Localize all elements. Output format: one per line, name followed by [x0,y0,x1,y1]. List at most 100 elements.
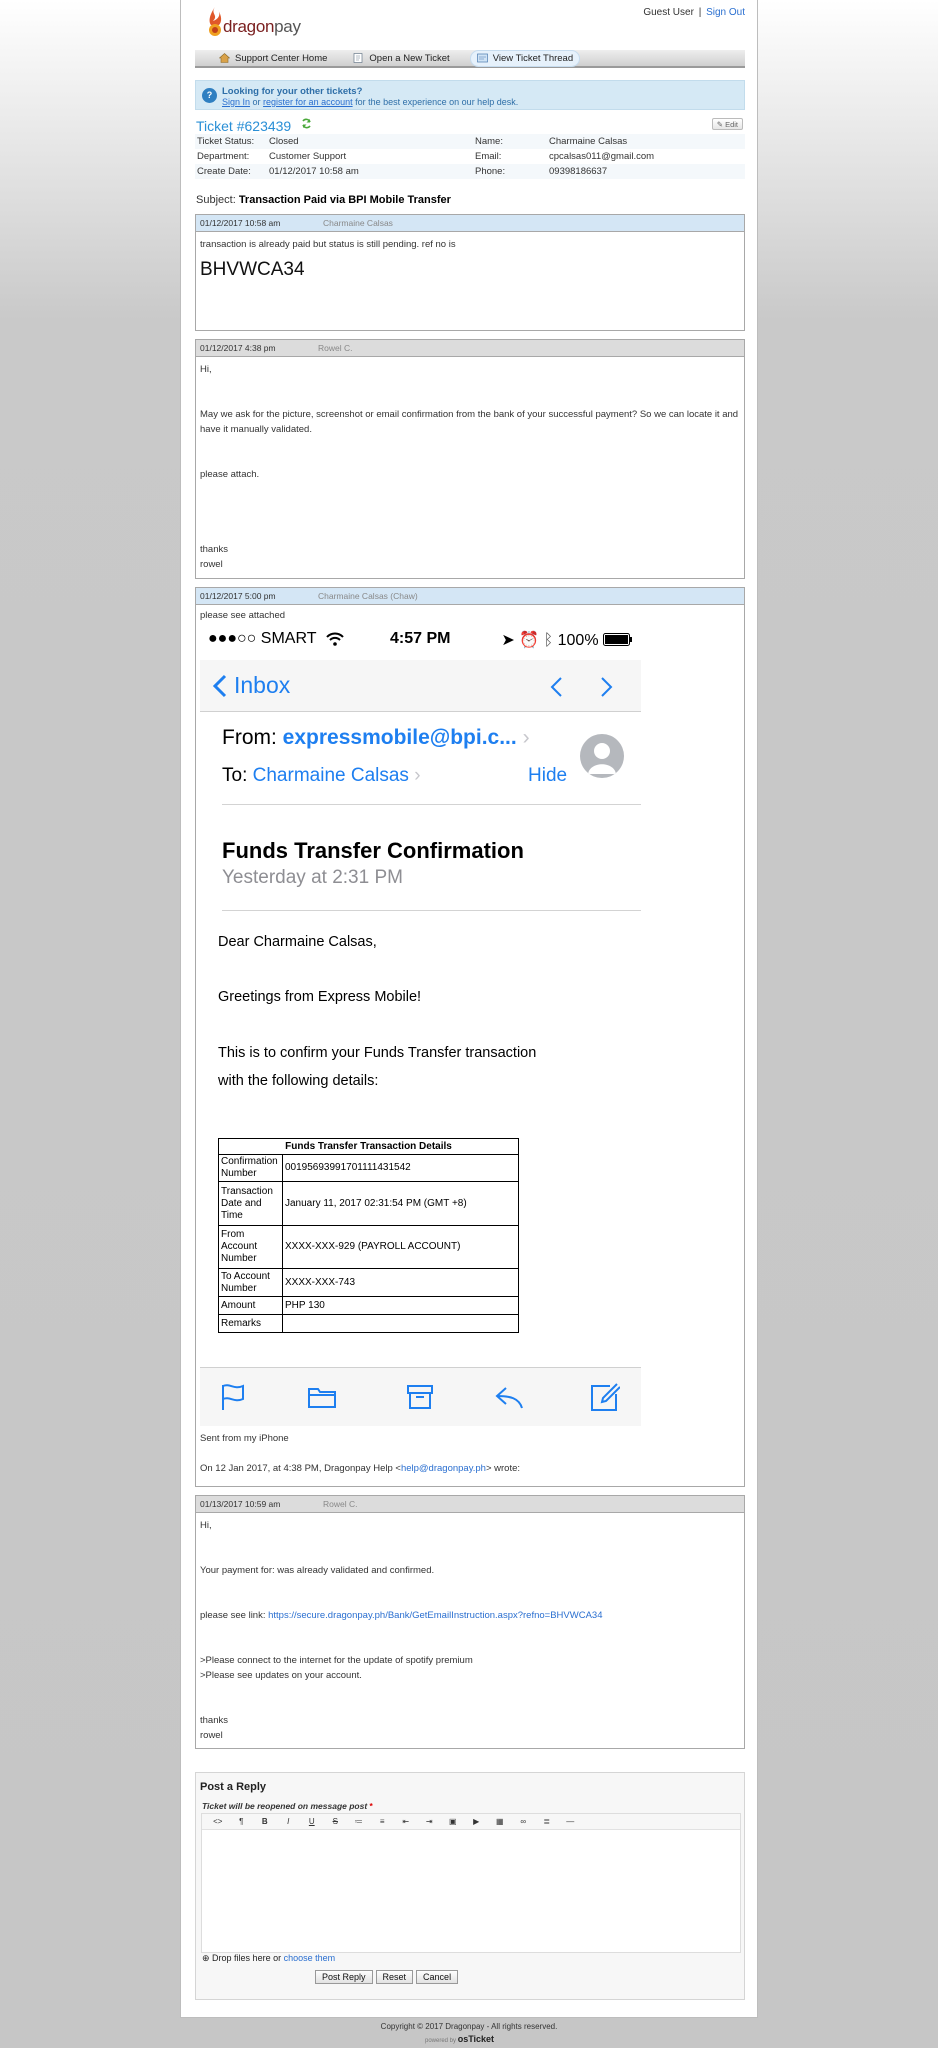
department-value: Customer Support [269,151,347,162]
thread-author: Rowel C. [323,1499,358,1509]
image-button[interactable]: ▣ [441,1817,465,1826]
bold-button[interactable]: B [253,1817,277,1826]
instruction-link[interactable]: https://secure.dragonpay.ph/Bank/GetEmai… [268,1610,602,1621]
cancel-button[interactable]: Cancel [416,1970,459,1984]
row-value: XXXX-XXX-743 [282,1268,519,1297]
link-button[interactable]: ∞ [512,1817,536,1826]
sign-in-link[interactable]: Sign In [222,97,250,107]
notice-or: or [250,97,264,107]
status-right: ➤ ⏰ ᛒ 100% [501,630,633,650]
form-buttons: Post Reply Reset Cancel [315,1970,459,1984]
video-button[interactable]: ▶ [465,1817,489,1826]
reply-icon[interactable] [494,1382,524,1412]
row-key: From Account Number [218,1225,283,1269]
message-text: Hi, [200,1520,212,1531]
mail-nav-bar: Inbox [200,660,641,712]
to-address[interactable]: Charmaine Calsas [253,765,409,786]
row-key: Confirmation Number [218,1154,283,1182]
info-row: Create Date: 01/12/2017 10:58 am Phone: … [195,164,745,179]
row-key: Amount [218,1296,283,1315]
copyright-footer: Copyright © 2017 Dragonpay - All rights … [380,2022,558,2031]
compose-icon[interactable] [590,1382,620,1412]
from-address[interactable]: expressmobile@bpi.c... [283,726,517,749]
message-text: please see attached [200,610,286,621]
outdent-button[interactable]: ⇤ [394,1817,418,1826]
reset-button[interactable]: Reset [375,1970,414,1984]
message-text: >Please connect to the internet for the … [200,1655,473,1666]
from-label: From: [222,726,277,749]
edit-ticket-button[interactable]: ✎ Edit [711,118,743,130]
unordered-list-button[interactable]: ≔ [347,1817,371,1826]
ticket-subject: Subject: Transaction Paid via BPI Mobile… [196,194,451,206]
table-header-row: Funds Transfer Transaction Details [218,1138,519,1155]
ticket-info-table: Ticket Status: Closed Name: Charmaine Ca… [195,134,745,179]
post-reply-form: Post a Reply Ticket will be reopened on … [195,1772,745,2000]
thread-header: 01/13/2017 10:59 am Rowel C. [196,1496,744,1513]
hide-button[interactable]: Hide [528,765,567,787]
ordered-list-button[interactable]: ≡ [371,1817,395,1826]
alarm-icon: ⏰ [519,632,544,649]
wifi-icon [326,632,344,646]
underline-button[interactable]: U [300,1817,324,1826]
thread-header: 01/12/2017 5:00 pm Charmaine Calsas (Cha… [196,588,744,605]
nav-open-new-ticket[interactable]: Open a New Ticket [347,51,455,66]
thread-entry: 01/12/2017 5:00 pm Charmaine Calsas (Cha… [195,587,745,1487]
thread-author: Rowel C. [318,343,353,353]
mail-date: Yesterday at 2:31 PM [222,867,403,888]
flag-icon[interactable] [218,1382,248,1412]
message-text: thanks [200,1715,228,1726]
file-drop-zone[interactable]: ⊕ Drop files here or choose them [202,1953,335,1964]
guest-user-label: Guest User [643,7,694,18]
archive-icon[interactable] [405,1382,435,1412]
previous-message-icon[interactable] [549,676,563,698]
row-value [282,1314,519,1333]
horizontal-rule-button[interactable]: — [559,1817,583,1826]
nav-view-ticket-thread[interactable]: View Ticket Thread [469,49,581,67]
battery-icon [603,633,632,646]
refresh-icon[interactable] [301,118,312,129]
subject-label: Subject: [196,194,236,206]
paragraph-button[interactable]: ¶ [230,1817,254,1826]
back-chevron-icon[interactable] [212,674,228,698]
chevron-right-icon: › [414,765,421,786]
powered-by[interactable]: powered by osTicket [425,2034,494,2044]
message-text: Your payment for: was already validated … [200,1565,435,1576]
message-text: transaction is already paid but status i… [200,239,456,250]
nav-support-center-home[interactable]: Support Center Home [213,51,333,66]
required-marker: * [369,1801,373,1811]
create-date-value: 01/12/2017 10:58 am [269,166,359,177]
register-link[interactable]: register for an account [263,97,353,107]
thread-author: Charmaine Calsas [323,218,393,228]
help-email-link[interactable]: help@dragonpay.ph [401,1463,486,1474]
next-message-icon[interactable] [600,676,614,698]
phone-status-bar: ●●●○○ SMART 4:57 PM ➤ ⏰ ᛒ 100% [208,630,633,650]
nav-label: View Ticket Thread [492,52,574,64]
align-button[interactable]: ≣ [535,1817,559,1826]
nav-label: Open a New Ticket [369,52,450,64]
sign-out-link[interactable]: Sign Out [706,7,745,18]
folder-icon[interactable] [307,1382,337,1412]
message-text: May we ask for the picture, screenshot o… [200,409,739,435]
home-icon [219,53,230,63]
strikethrough-button[interactable]: S [324,1817,348,1826]
italic-button[interactable]: I [277,1817,301,1826]
choose-files-link[interactable]: choose them [284,1953,336,1963]
quoted-header: On 12 Jan 2017, at 4:38 PM, Dragonpay He… [200,1461,740,1476]
name-value: Charmaine Calsas [549,136,628,147]
reply-textarea[interactable] [202,1831,740,1952]
user-links: Guest User | Sign Out [643,7,745,18]
row-value: PHP 130 [282,1296,519,1315]
indent-button[interactable]: ⇥ [418,1817,442,1826]
link-prefix: please see link: [200,1610,269,1621]
table-button[interactable]: ▦ [488,1817,512,1826]
html-source-button[interactable]: <> [206,1817,230,1826]
post-reply-button[interactable]: Post Reply [315,1970,373,1984]
thread-entry: 01/12/2017 4:38 pm Rowel C. Hi, May we a… [195,339,745,579]
message-text: Hi, [200,364,212,375]
dragonpay-logo[interactable]: dragonpay [205,6,301,42]
attached-screenshot[interactable]: ●●●○○ SMART 4:57 PM ➤ ⏰ ᛒ 100% Inbox Fro… [200,622,641,1426]
divider [222,804,641,805]
inbox-back-button[interactable]: Inbox [234,672,290,699]
bluetooth-icon: ᛒ [543,632,558,649]
reply-title: Post a Reply [200,1781,267,1793]
